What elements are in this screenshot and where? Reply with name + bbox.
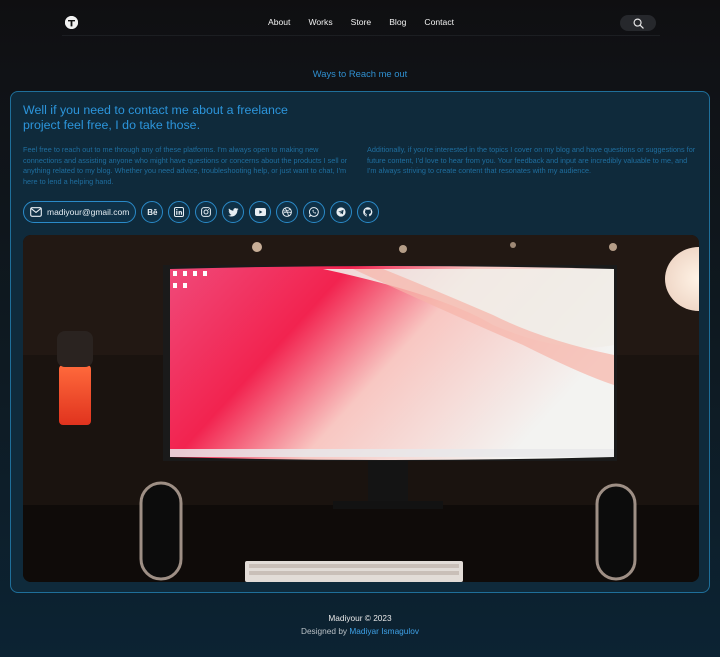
whatsapp-icon [309,207,320,217]
github-icon [363,207,373,217]
telegram-link[interactable] [330,201,353,223]
photo-illustration [23,235,699,582]
footer-credit: Designed by Madiyar Ismagulov [0,626,720,636]
nav-link-about[interactable]: About [259,17,299,27]
top-navbar: About Works Store Blog Contact [62,10,660,36]
dribbble-icon [282,207,293,217]
nav-link-store[interactable]: Store [342,17,381,27]
card-title: Well if you need to contact me about a f… [23,103,288,132]
dribbble-link[interactable] [276,201,299,223]
twitter-icon [228,207,239,216]
linkedin-link[interactable] [168,201,191,223]
search-button[interactable] [620,15,656,31]
contact-links: madiyour@gmail.com Bē [23,201,380,223]
contact-card: Well if you need to contact me about a f… [10,91,710,593]
instagram-link[interactable] [195,201,218,223]
twitter-link[interactable] [222,201,245,223]
feedback-paragraph: Additionally, if you're interested in th… [367,145,696,176]
nav-links: About Works Store Blog Contact [62,17,660,27]
nav-link-contact[interactable]: Contact [415,17,463,27]
whatsapp-link[interactable] [303,201,326,223]
footer-copyright: Madiyour © 2023 [328,613,392,623]
nav-link-blog[interactable]: Blog [380,17,415,27]
nav-link-works[interactable]: Works [299,17,341,27]
behance-icon: Bē [147,207,158,217]
linkedin-icon [174,207,185,217]
section-subtitle: Ways to Reach me out [312,68,408,79]
mail-icon [30,207,42,217]
search-icon [633,18,644,29]
telegram-icon [336,207,346,217]
desk-setup-photo [23,235,699,582]
instagram-icon [201,207,212,217]
youtube-icon [254,208,266,216]
footer-author-link[interactable]: Madiyar Ismagulov [349,626,419,636]
behance-link[interactable]: Bē [141,201,164,223]
email-button[interactable]: madiyour@gmail.com [23,201,137,223]
email-address: madiyour@gmail.com [47,207,130,217]
github-link[interactable] [357,201,380,223]
footer-designed-by: Designed by [300,626,348,636]
youtube-link[interactable] [249,201,272,223]
intro-paragraph: Feel free to reach out to me through any… [23,145,348,186]
